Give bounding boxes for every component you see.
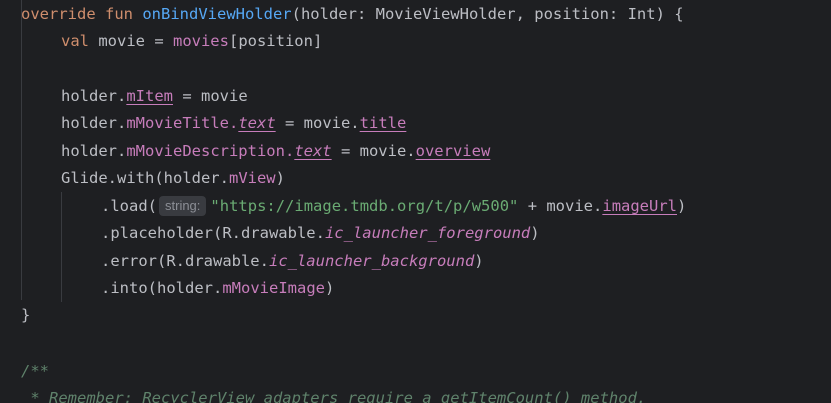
comment: * Remember: RecyclerView adapters requir… bbox=[21, 389, 647, 403]
property: text bbox=[294, 142, 332, 160]
code-line-5[interactable]: holder.mMovieTitle.text = movie.title bbox=[61, 110, 406, 137]
code-text: holder. bbox=[61, 87, 127, 105]
keyword: override fun bbox=[21, 5, 143, 23]
property: ic_launcher_foreground bbox=[324, 224, 531, 242]
code-text: ) bbox=[530, 224, 540, 242]
code-line-14[interactable]: /** bbox=[21, 358, 49, 385]
indent-guide bbox=[21, 0, 22, 300]
code-text: movie = bbox=[98, 32, 173, 50]
code-text: .error(R.drawable. bbox=[101, 252, 269, 270]
code-line-9[interactable]: .placeholder(R.drawable.ic_launcher_fore… bbox=[101, 220, 540, 247]
code-editor[interactable]: override fun onBindViewHolder(holder: Mo… bbox=[0, 0, 831, 403]
property: movies bbox=[172, 32, 229, 50]
property: imageUrl bbox=[602, 197, 678, 215]
code-text: ) bbox=[324, 279, 335, 297]
code-text: + movie. bbox=[518, 197, 603, 215]
property: title bbox=[359, 114, 407, 132]
code-text: = movie. bbox=[275, 114, 360, 132]
code-line-2[interactable]: val movie = movies[position] bbox=[61, 28, 322, 55]
code-line-12[interactable]: } bbox=[21, 302, 30, 329]
string-literal: "https://image.tmdb.org/t/p/w500" bbox=[210, 197, 519, 215]
comment: /** bbox=[21, 362, 49, 380]
code-text: = movie. bbox=[331, 142, 416, 160]
code-text: ) bbox=[474, 252, 484, 270]
code-text: . bbox=[228, 114, 239, 132]
code-line-8[interactable]: .load(string: "https://image.tmdb.org/t/p… bbox=[101, 193, 686, 220]
code-text: holder. bbox=[61, 114, 127, 132]
code-text: = movie bbox=[173, 87, 248, 105]
code-line-6[interactable]: holder.mMovieDescription.text = movie.ov… bbox=[61, 138, 490, 165]
property: mMovieTitle bbox=[126, 114, 229, 132]
property: overview bbox=[415, 142, 491, 160]
property: text bbox=[238, 114, 276, 132]
parameter-hint: string: bbox=[159, 196, 207, 216]
code-line-15[interactable]: * Remember: RecyclerView adapters requir… bbox=[21, 385, 646, 403]
code-line-10[interactable]: .error(R.drawable.ic_launcher_background… bbox=[101, 248, 484, 275]
property: mView bbox=[228, 169, 276, 187]
code-line-1[interactable]: override fun onBindViewHolder(holder: Mo… bbox=[21, 1, 684, 28]
indent-guide bbox=[61, 192, 62, 302]
code-text: [position] bbox=[228, 32, 323, 50]
code-text: .into(holder. bbox=[101, 279, 223, 297]
keyword: val bbox=[61, 32, 99, 50]
property: ic_launcher_background bbox=[268, 252, 475, 270]
function-name: onBindViewHolder bbox=[142, 5, 292, 23]
code-text: (holder: MovieViewHolder, position: Int)… bbox=[291, 5, 684, 23]
code-text: .load( bbox=[101, 197, 157, 215]
property: mItem bbox=[126, 87, 173, 105]
code-text: Glide.with(holder. bbox=[61, 169, 229, 187]
code-text: ) bbox=[275, 169, 285, 187]
code-text: } bbox=[21, 306, 31, 324]
code-line-4[interactable]: holder.mItem = movie bbox=[61, 83, 248, 110]
code-line-7[interactable]: Glide.with(holder.mView) bbox=[61, 165, 285, 192]
property: mMovieDescription bbox=[126, 142, 285, 160]
code-line-11[interactable]: .into(holder.mMovieImage) bbox=[101, 275, 334, 302]
code-text: . bbox=[284, 142, 295, 160]
property: mMovieImage bbox=[222, 279, 325, 297]
code-text: holder. bbox=[61, 142, 127, 160]
code-text: ) bbox=[677, 197, 687, 215]
code-text: .placeholder(R.drawable. bbox=[101, 224, 325, 242]
